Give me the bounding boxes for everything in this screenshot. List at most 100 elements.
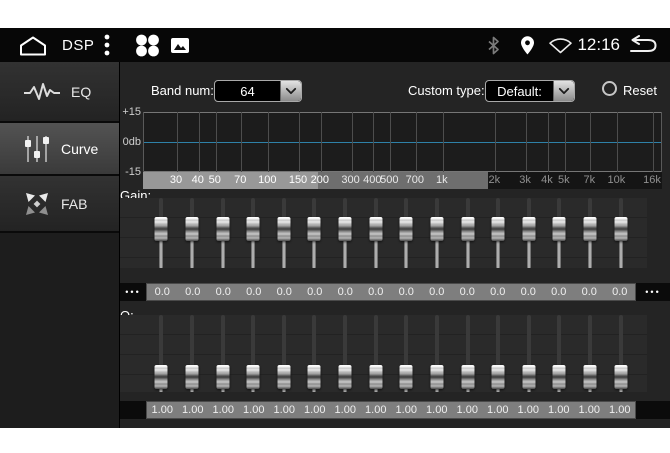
reset-label[interactable]: Reset: [623, 83, 657, 98]
q-slider-thumb[interactable]: [492, 365, 505, 389]
freq-tick-label: 3k: [519, 174, 531, 186]
gain-band-slider[interactable]: [269, 198, 300, 268]
gain-slider-thumb[interactable]: [339, 217, 352, 241]
q-band-slider[interactable]: [330, 315, 361, 392]
q-band-slider[interactable]: [605, 315, 636, 392]
gain-band-slider[interactable]: [544, 198, 575, 268]
q-slider-thumb[interactable]: [277, 365, 290, 389]
q-band-slider[interactable]: [422, 315, 453, 392]
gain-slider-track: [589, 239, 592, 268]
gain-band-slider[interactable]: [207, 198, 238, 268]
q-slider-thumb[interactable]: [216, 365, 229, 389]
gain-slider-thumb[interactable]: [553, 217, 566, 241]
gain-band-slider[interactable]: [483, 198, 514, 268]
gain-slider-thumb[interactable]: [277, 217, 290, 241]
q-slider-thumb[interactable]: [461, 365, 474, 389]
q-slider-thumb[interactable]: [339, 365, 352, 389]
gain-slider-thumb[interactable]: [584, 217, 597, 241]
q-band-slider[interactable]: [391, 315, 422, 392]
gain-band-slider[interactable]: [575, 198, 606, 268]
sidebar-item-eq[interactable]: EQ: [0, 62, 119, 123]
location-indicator: [520, 28, 535, 62]
sidebar-item-curve[interactable]: Curve: [0, 123, 119, 176]
eq-plot: [143, 112, 662, 172]
q-slider-thumb[interactable]: [155, 365, 168, 389]
gain-band-slider[interactable]: [514, 198, 545, 268]
gain-slider-thumb[interactable]: [155, 217, 168, 241]
q-band-slider[interactable]: [575, 315, 606, 392]
sidebar-item-label: EQ: [71, 84, 91, 100]
gain-page-left-button[interactable]: •••: [120, 283, 146, 301]
gain-slider-thumb[interactable]: [308, 217, 321, 241]
q-band-slider[interactable]: [452, 315, 483, 392]
home-button[interactable]: [18, 28, 48, 62]
q-band-slider[interactable]: [207, 315, 238, 392]
gain-slider-thumb[interactable]: [400, 217, 413, 241]
q-band-slider[interactable]: [514, 315, 545, 392]
gain-band-slider[interactable]: [452, 198, 483, 268]
gain-slider-track: [344, 239, 347, 268]
gain-slider-track: [558, 239, 561, 268]
q-value-row: 1.001.001.001.001.001.001.001.001.001.00…: [146, 401, 636, 419]
sidebar-item-fab[interactable]: FAB: [0, 176, 119, 233]
gallery-button[interactable]: [171, 28, 189, 62]
q-band-value: 1.00: [330, 402, 361, 418]
sidebar: EQ Curve: [0, 62, 120, 428]
freq-tick-label: 40: [192, 174, 204, 186]
custom-type-dropdown-button[interactable]: [553, 81, 574, 101]
gain-slider-thumb[interactable]: [522, 217, 535, 241]
gain-band-slider[interactable]: [238, 198, 269, 268]
q-slider-thumb[interactable]: [614, 365, 627, 389]
q-slider-thumb[interactable]: [400, 365, 413, 389]
gain-slider-thumb[interactable]: [492, 217, 505, 241]
q-band-slider[interactable]: [238, 315, 269, 392]
band-num-dropdown-button[interactable]: [280, 81, 301, 101]
q-slider-thumb[interactable]: [430, 365, 443, 389]
gain-band-slider[interactable]: [360, 198, 391, 268]
q-band-slider[interactable]: [544, 315, 575, 392]
gain-slider-thumb[interactable]: [247, 217, 260, 241]
overflow-menu-button[interactable]: [104, 28, 110, 62]
gain-band-slider[interactable]: [146, 198, 177, 268]
gain-slider-thumb[interactable]: [369, 217, 382, 241]
q-slider-thumb[interactable]: [584, 365, 597, 389]
q-band-slider[interactable]: [360, 315, 391, 392]
q-slider-thumb[interactable]: [247, 365, 260, 389]
back-button[interactable]: [626, 28, 658, 62]
gain-band-slider[interactable]: [391, 198, 422, 268]
q-slider-thumb[interactable]: [308, 365, 321, 389]
gain-slider-thumb[interactable]: [185, 217, 198, 241]
band-num-select[interactable]: 64: [214, 80, 302, 102]
faders-icon: [24, 134, 50, 164]
q-band-slider[interactable]: [299, 315, 330, 392]
apps-button[interactable]: [134, 28, 161, 62]
gridline: [495, 112, 496, 172]
gain-band-slider[interactable]: [605, 198, 636, 268]
custom-type-select[interactable]: Default:: [485, 80, 575, 102]
gain-slider-track: [374, 239, 377, 268]
gain-slider-thumb[interactable]: [461, 217, 474, 241]
q-band-slider[interactable]: [177, 315, 208, 392]
gain-band-slider[interactable]: [330, 198, 361, 268]
q-slider-thumb[interactable]: [185, 365, 198, 389]
q-band-slider[interactable]: [483, 315, 514, 392]
gain-band-slider[interactable]: [177, 198, 208, 268]
gain-slider-thumb[interactable]: [614, 217, 627, 241]
gridline: [390, 112, 391, 172]
curve-panel: Band num: 64 Custom type: Default:: [120, 62, 670, 428]
gain-band-slider[interactable]: [299, 198, 330, 268]
q-slider-thumb[interactable]: [522, 365, 535, 389]
q-slider-thumb[interactable]: [369, 365, 382, 389]
gain-band-slider[interactable]: [422, 198, 453, 268]
reset-radio[interactable]: [602, 81, 617, 96]
q-band-slider[interactable]: [269, 315, 300, 392]
gain-slider-thumb[interactable]: [216, 217, 229, 241]
gain-slider-thumb[interactable]: [430, 217, 443, 241]
gain-band-value: 0.0: [239, 284, 270, 300]
dsp-app: DSP: [0, 28, 670, 428]
eq-curve-line: [144, 142, 661, 143]
freq-tick-label: 4k: [541, 174, 553, 186]
q-slider-thumb[interactable]: [553, 365, 566, 389]
gain-page-right-button[interactable]: •••: [636, 283, 670, 301]
q-band-slider[interactable]: [146, 315, 177, 392]
